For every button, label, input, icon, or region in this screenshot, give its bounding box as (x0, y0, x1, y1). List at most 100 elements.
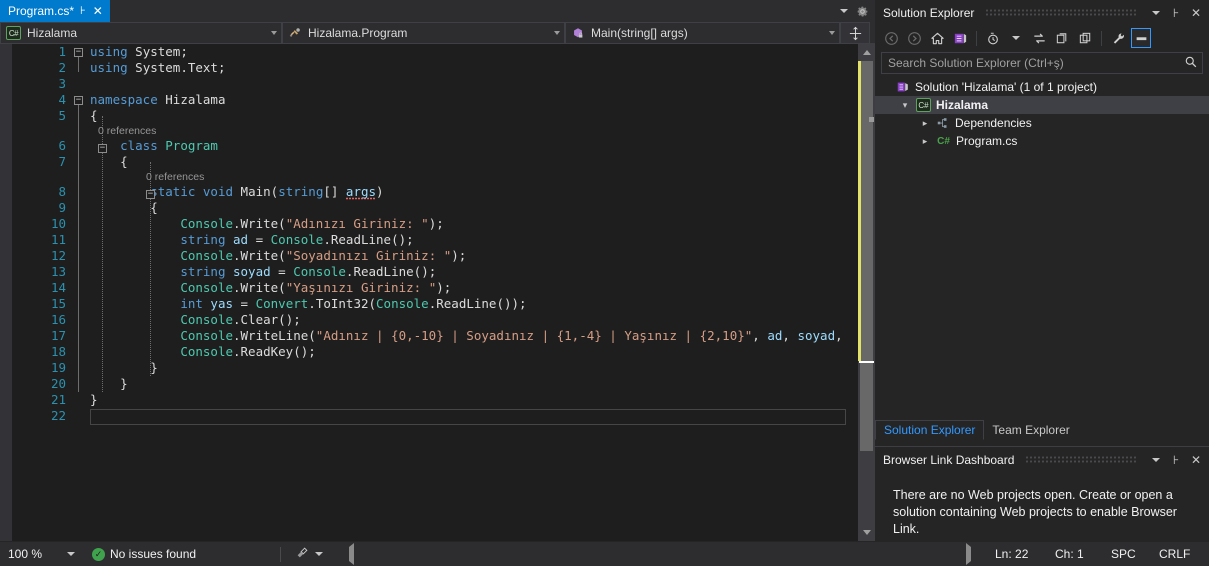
chevron-down-icon[interactable] (1149, 5, 1163, 21)
close-icon[interactable]: ✕ (92, 5, 104, 17)
gear-icon[interactable] (856, 5, 869, 18)
pin-icon[interactable]: ⊦ (80, 5, 86, 17)
line-number: 22 (50, 408, 66, 423)
method-icon (571, 26, 585, 40)
codelens-references[interactable]: 0 references (74, 170, 846, 184)
line-number: 8 (58, 184, 66, 199)
pin-icon[interactable]: ⊦ (1169, 5, 1183, 21)
member-dropdown[interactable]: Main(string[] args) (565, 22, 840, 44)
scroll-right-icon[interactable] (966, 543, 995, 565)
document-tab-program-cs[interactable]: Program.cs* ⊦ ✕ (0, 0, 110, 22)
editor-indicator-margin (0, 44, 12, 541)
zoom-level[interactable]: 100 % (0, 547, 62, 561)
code-line[interactable]: static void Main(string[] args) (74, 184, 846, 200)
codelens-references[interactable]: 0 references (74, 124, 846, 138)
fold-toggle-icon[interactable]: − (146, 190, 155, 199)
issues-status[interactable]: ✓ No issues found (80, 547, 280, 561)
code-line[interactable]: namespace Hizalama (74, 92, 846, 108)
code-line[interactable]: Console.Write("Yaşınızı Giriniz: "); (74, 280, 846, 296)
code-text-area[interactable]: using System; using System.Text; namespac… (74, 44, 846, 541)
class-icon (288, 26, 302, 40)
code-line[interactable]: { (74, 154, 846, 170)
chevron-right-icon[interactable]: ▸ (919, 118, 931, 128)
code-line[interactable]: class Program (74, 138, 846, 154)
type-dropdown[interactable]: Hizalama.Program (282, 22, 565, 44)
tree-item-program-cs[interactable]: ▸ C# Program.cs (875, 132, 1209, 150)
code-line[interactable]: int yas = Convert.ToInt32(Console.ReadLi… (74, 296, 846, 312)
tab-solution-explorer[interactable]: Solution Explorer (875, 420, 985, 440)
tree-item-solution-hizalama-1-of-1-project[interactable]: Solution 'Hizalama' (1 of 1 project) (875, 78, 1209, 96)
spaces-indicator[interactable]: SPC (1111, 547, 1159, 561)
status-bar: 100 % ✓ No issues found Ln: 22 Ch: 1 SPC… (0, 542, 1209, 566)
code-line[interactable]: Console.Clear(); (74, 312, 846, 328)
sync-with-active-document-icon[interactable] (1029, 28, 1049, 48)
document-tab-strip: Program.cs* ⊦ ✕ (0, 0, 875, 22)
chevron-down-icon[interactable] (315, 552, 323, 556)
editor-vertical-scrollbar[interactable] (858, 44, 875, 541)
chevron-down-icon[interactable] (1149, 452, 1163, 468)
pin-icon[interactable]: ⊦ (1169, 452, 1183, 468)
tab-team-explorer[interactable]: Team Explorer (984, 420, 1077, 440)
type-dropdown-label: Hizalama.Program (308, 26, 408, 40)
preview-selected-items-icon[interactable] (1131, 28, 1151, 48)
code-line[interactable]: string soyad = Console.ReadLine(); (74, 264, 846, 280)
properties-icon[interactable] (1108, 28, 1128, 48)
scroll-up-button[interactable] (858, 44, 875, 61)
navigation-bar: C# Hizalama Hizalama.Program Main(string… (0, 22, 875, 44)
code-line[interactable]: Console.WriteLine("Adınız | {0,-10} | So… (74, 328, 846, 344)
line-number: 13 (50, 264, 66, 279)
chevron-down-icon[interactable] (1006, 28, 1026, 48)
forward-icon[interactable] (904, 28, 924, 48)
code-line[interactable]: Console.Write("Soyadınızı Giriniz: "); (74, 248, 846, 264)
scroll-down-button[interactable] (858, 524, 875, 541)
tree-item-hizalama[interactable]: ▾ C# Hizalama (875, 96, 1209, 114)
split-view-icon[interactable] (840, 22, 870, 44)
dock-tab-strip: Solution Explorer Team Explorer (875, 418, 1209, 440)
scrollbar-track[interactable] (858, 61, 875, 524)
code-line[interactable] (74, 76, 846, 92)
pending-changes-icon[interactable] (983, 28, 1003, 48)
collapse-all-icon[interactable] (1052, 28, 1072, 48)
code-cleanup-control[interactable] (281, 546, 323, 563)
chevron-right-icon[interactable]: ▸ (919, 136, 931, 146)
csharp-icon: C# (6, 26, 21, 40)
code-editor[interactable]: 12345.67.8910111213141516171819202122 us… (0, 44, 875, 541)
line-number: 20 (50, 376, 66, 391)
code-line[interactable]: { (74, 200, 846, 216)
broom-icon[interactable] (295, 546, 309, 563)
eol-indicator[interactable]: CRLF (1159, 547, 1209, 561)
line-number: 10 (50, 216, 66, 231)
zoom-dropdown-icon[interactable] (62, 552, 80, 556)
fold-toggle-icon[interactable]: − (74, 96, 83, 105)
vs-solution-icon[interactable] (950, 28, 970, 48)
code-line[interactable]: } (74, 360, 846, 376)
fold-toggle-icon[interactable]: − (98, 144, 107, 153)
code-line[interactable]: } (74, 376, 846, 392)
search-solution-explorer-box[interactable] (881, 52, 1203, 74)
close-icon[interactable]: ✕ (1189, 5, 1203, 21)
code-line[interactable]: } (74, 392, 846, 408)
tab-label: Team Explorer (992, 423, 1070, 437)
code-line[interactable]: using System.Text; (74, 60, 846, 76)
line-number: 11 (50, 232, 66, 247)
csharp-project-icon: C# (916, 98, 931, 112)
solution-tree[interactable]: Solution 'Hizalama' (1 of 1 project) ▾ C# H… (875, 78, 1209, 150)
code-line[interactable]: Console.ReadKey(); (74, 344, 846, 360)
project-dropdown[interactable]: C# Hizalama (0, 22, 282, 44)
csharp-file-icon: C# (937, 135, 950, 147)
chevron-down-icon[interactable]: ▾ (899, 100, 911, 110)
fold-toggle-icon[interactable]: − (74, 48, 83, 57)
code-line[interactable]: using System; (74, 44, 846, 60)
search-icon[interactable] (1184, 55, 1198, 72)
show-all-files-icon[interactable] (1075, 28, 1095, 48)
back-icon[interactable] (881, 28, 901, 48)
close-icon[interactable]: ✕ (1189, 452, 1203, 468)
tree-item-dependencies[interactable]: ▸ Dependencies (875, 114, 1209, 132)
scroll-left-icon[interactable] (323, 543, 354, 565)
home-icon[interactable] (927, 28, 947, 48)
code-line[interactable]: { (74, 108, 846, 124)
chevron-down-icon[interactable] (840, 9, 848, 13)
code-line[interactable]: Console.Write("Adınızı Giriniz: "); (74, 216, 846, 232)
code-line[interactable]: string ad = Console.ReadLine(); (74, 232, 846, 248)
search-input[interactable] (888, 56, 1184, 70)
